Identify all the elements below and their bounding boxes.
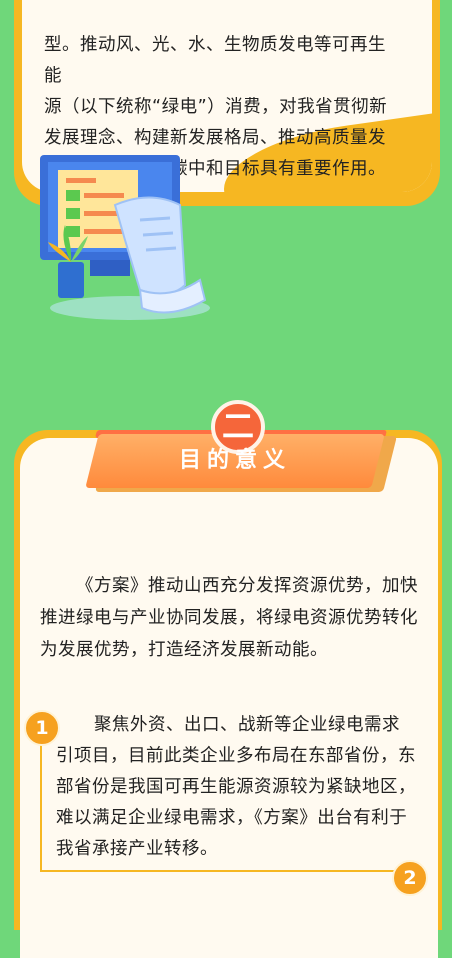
intro-line: 型。推动风、光、水、生物质发电等可再生能 — [44, 35, 386, 86]
purpose-card-body — [20, 438, 438, 958]
point-1-text: 聚焦外资、出口、战新等企业绿电需求引项目，目前此类企业多布局在东部省份，东部省份… — [56, 715, 416, 859]
point-2-badge: 2 — [392, 860, 428, 896]
point-1-badge: 1 — [24, 710, 60, 746]
purpose-paragraph: 《方案》推动山西充分发挥资源优势，加快推进绿电与产业协同发展，将绿电资源优势转化… — [40, 576, 418, 660]
section-title: 目的意义 — [178, 448, 291, 473]
intro-line: 源（以下统称“绿电”）消费，对我省贯彻新 — [44, 97, 388, 117]
monitor-document-illustration — [40, 155, 210, 320]
